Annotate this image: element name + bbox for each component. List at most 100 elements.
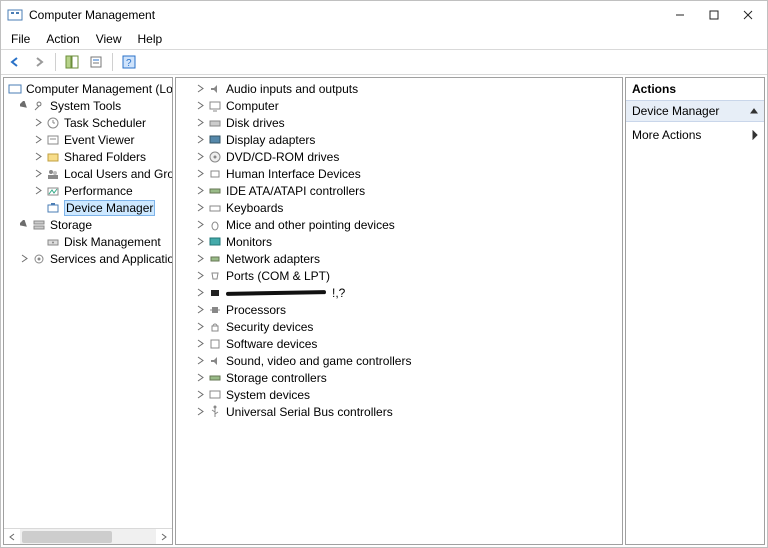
ports-icon — [207, 268, 223, 284]
expand-icon[interactable] — [194, 202, 206, 214]
expand-icon[interactable] — [194, 236, 206, 248]
expand-icon[interactable] — [194, 355, 206, 367]
expand-icon[interactable] — [194, 134, 206, 146]
tree-device-manager[interactable]: Device Manager — [4, 199, 172, 216]
device-category-storage-ctrl[interactable]: Storage controllers — [176, 369, 622, 386]
more-actions[interactable]: More Actions — [626, 122, 764, 148]
expand-icon[interactable] — [32, 117, 44, 129]
expand-icon[interactable] — [194, 185, 206, 197]
tree-local-users[interactable]: Local Users and Groups — [4, 165, 172, 182]
app-icon — [7, 7, 23, 23]
expand-icon[interactable] — [32, 168, 44, 180]
device-category-processors[interactable]: Processors — [176, 301, 622, 318]
actions-subheader[interactable]: Device Manager — [626, 100, 764, 122]
menu-action[interactable]: Action — [40, 30, 85, 48]
device-label: Human Interface Devices — [226, 167, 361, 181]
expand-icon[interactable] — [32, 185, 44, 197]
forward-button[interactable] — [29, 52, 49, 72]
close-button[interactable] — [731, 3, 765, 27]
device-label: DVD/CD-ROM drives — [226, 150, 339, 164]
tree-disk-management[interactable]: Disk Management — [4, 233, 172, 250]
device-category-computer[interactable]: Computer — [176, 97, 622, 114]
device-category-audio[interactable]: Audio inputs and outputs — [176, 80, 622, 97]
expand-icon[interactable] — [194, 168, 206, 180]
device-category-usb[interactable]: Universal Serial Bus controllers — [176, 403, 622, 420]
device-category-disk[interactable]: Disk drives — [176, 114, 622, 131]
scroll-right-icon[interactable] — [156, 529, 172, 545]
device-category-network[interactable]: Network adapters — [176, 250, 622, 267]
device-category-redacted[interactable]: !,? — [176, 284, 622, 301]
scroll-left-icon[interactable] — [4, 529, 20, 545]
minimize-button[interactable] — [663, 3, 697, 27]
expand-icon[interactable] — [194, 117, 206, 129]
software-icon — [207, 336, 223, 352]
expand-icon[interactable] — [194, 304, 206, 316]
expand-icon[interactable] — [194, 253, 206, 265]
collapse-icon[interactable] — [18, 100, 30, 112]
system-icon — [207, 387, 223, 403]
device-category-system[interactable]: System devices — [176, 386, 622, 403]
expand-icon[interactable] — [194, 406, 206, 418]
device-category-dvd[interactable]: DVD/CD-ROM drives — [176, 148, 622, 165]
expand-icon[interactable] — [194, 219, 206, 231]
device-label: Security devices — [226, 320, 313, 334]
device-category-software[interactable]: Software devices — [176, 335, 622, 352]
device-label: Processors — [226, 303, 286, 317]
expand-icon[interactable] — [194, 100, 206, 112]
unknown-icon — [207, 285, 223, 301]
scrollbar-thumb[interactable] — [22, 531, 112, 543]
tree-system-tools[interactable]: System Tools — [4, 97, 172, 114]
storage-icon — [31, 217, 47, 233]
expand-icon[interactable] — [194, 287, 206, 299]
expand-icon[interactable] — [32, 151, 44, 163]
menubar: File Action View Help — [1, 29, 767, 49]
tree-root[interactable]: Computer Management (Local — [4, 80, 172, 97]
titlebar[interactable]: Computer Management — [1, 1, 767, 29]
device-category-ports[interactable]: Ports (COM & LPT) — [176, 267, 622, 284]
show-hide-tree-button[interactable] — [62, 52, 82, 72]
tree-label: Disk Management — [64, 235, 161, 249]
device-tree[interactable]: Audio inputs and outputs Computer Disk d… — [176, 78, 622, 544]
expand-icon[interactable] — [194, 321, 206, 333]
device-category-sound[interactable]: Sound, video and game controllers — [176, 352, 622, 369]
device-category-mice[interactable]: Mice and other pointing devices — [176, 216, 622, 233]
tree-label: Shared Folders — [64, 150, 146, 164]
clock-icon — [45, 115, 61, 131]
device-category-monitors[interactable]: Monitors — [176, 233, 622, 250]
console-tree[interactable]: Computer Management (Local System Tools … — [4, 78, 172, 528]
properties-button[interactable] — [86, 52, 106, 72]
tree-event-viewer[interactable]: Event Viewer — [4, 131, 172, 148]
scrollbar-track[interactable] — [20, 529, 156, 545]
collapse-icon[interactable] — [18, 219, 30, 231]
expand-icon[interactable] — [194, 372, 206, 384]
tree-performance[interactable]: Performance — [4, 182, 172, 199]
device-category-display[interactable]: Display adapters — [176, 131, 622, 148]
help-button[interactable]: ? — [119, 52, 139, 72]
tree-label-selected: Device Manager — [64, 200, 155, 216]
expand-icon[interactable] — [194, 338, 206, 350]
device-category-security[interactable]: Security devices — [176, 318, 622, 335]
left-horizontal-scrollbar[interactable] — [4, 528, 172, 544]
tree-task-scheduler[interactable]: Task Scheduler — [4, 114, 172, 131]
tree-services-apps[interactable]: Services and Applications — [4, 250, 172, 267]
device-category-keyboards[interactable]: Keyboards — [176, 199, 622, 216]
expand-icon[interactable] — [194, 270, 206, 282]
menu-file[interactable]: File — [5, 30, 36, 48]
expand-icon[interactable] — [18, 253, 30, 265]
device-category-hid[interactable]: Human Interface Devices — [176, 165, 622, 182]
menu-view[interactable]: View — [90, 30, 128, 48]
expand-icon[interactable] — [194, 389, 206, 401]
redacted-label — [226, 287, 326, 299]
tree-shared-folders[interactable]: Shared Folders — [4, 148, 172, 165]
maximize-button[interactable] — [697, 3, 731, 27]
users-icon — [45, 166, 61, 182]
expand-icon[interactable] — [194, 151, 206, 163]
device-manager-icon — [45, 200, 61, 216]
device-category-ide[interactable]: IDE ATA/ATAPI controllers — [176, 182, 622, 199]
expand-icon[interactable] — [194, 83, 206, 95]
expand-icon[interactable] — [32, 134, 44, 146]
tree-storage[interactable]: Storage — [4, 216, 172, 233]
back-button[interactable] — [5, 52, 25, 72]
menu-help[interactable]: Help — [132, 30, 169, 48]
processor-icon — [207, 302, 223, 318]
